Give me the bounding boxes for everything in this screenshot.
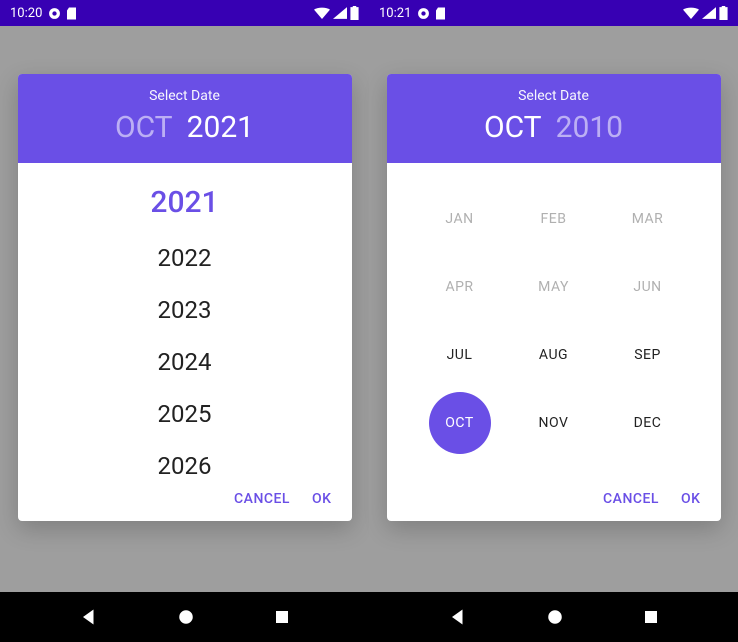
dialog-title: Select Date (18, 88, 352, 104)
status-circle-icon (417, 7, 430, 20)
signal-icon (702, 7, 716, 19)
header-year[interactable]: 2010 (556, 110, 623, 145)
status-bar: 10:21 (369, 0, 738, 26)
nav-home-icon[interactable] (546, 608, 564, 626)
year-item[interactable]: 2023 (158, 284, 212, 336)
nav-home-icon[interactable] (177, 608, 195, 626)
month-cell-feb[interactable]: FEB (523, 188, 585, 250)
month-cell-jul[interactable]: JUL (429, 324, 491, 386)
header-year[interactable]: 2021 (187, 110, 254, 145)
wifi-icon (683, 7, 699, 19)
status-time: 10:21 (379, 6, 411, 21)
status-circle-icon (48, 7, 61, 20)
status-bar: 10:20 (0, 0, 369, 26)
year-list[interactable]: 2021 2022 2023 2024 2025 2026 (18, 163, 352, 479)
month-grid: JAN FEB MAR APR MAY JUN JUL AUG SEP OCT … (387, 163, 721, 479)
nav-bar (369, 592, 738, 642)
year-item[interactable]: 2021 (150, 173, 218, 232)
status-sd-icon (67, 7, 76, 20)
cancel-button[interactable]: CANCEL (234, 491, 290, 507)
month-cell-oct[interactable]: OCT (429, 392, 491, 454)
dialog-footer: CANCEL OK (387, 479, 721, 521)
dialog-footer: CANCEL OK (18, 479, 352, 521)
status-sd-icon (436, 7, 445, 20)
header-month[interactable]: OCT (115, 110, 173, 145)
signal-icon (333, 7, 347, 19)
cancel-button[interactable]: CANCEL (603, 491, 659, 507)
month-cell-jan[interactable]: JAN (429, 188, 491, 250)
month-cell-mar[interactable]: MAR (617, 188, 679, 250)
month-cell-dec[interactable]: DEC (617, 392, 679, 454)
dialog-header: Select Date OCT 2010 (387, 74, 721, 163)
date-picker-dialog: Select Date OCT 2021 2021 2022 2023 2024… (18, 74, 352, 521)
phone-right: 10:21 Select Date OCT (369, 0, 738, 642)
month-cell-sep[interactable]: SEP (617, 324, 679, 386)
dialog-title: Select Date (387, 88, 721, 104)
nav-bar (0, 592, 369, 642)
battery-icon (350, 6, 359, 20)
ok-button[interactable]: OK (312, 491, 332, 507)
nav-back-icon[interactable] (80, 608, 98, 626)
dialog-header: Select Date OCT 2021 (18, 74, 352, 163)
month-cell-apr[interactable]: APR (429, 256, 491, 318)
phone-left: 10:20 Select Date OCT (0, 0, 369, 642)
year-item[interactable]: 2024 (158, 336, 212, 388)
status-time: 10:20 (10, 6, 42, 21)
month-cell-jun[interactable]: JUN (617, 256, 679, 318)
month-cell-may[interactable]: MAY (523, 256, 585, 318)
header-month[interactable]: OCT (484, 110, 542, 145)
date-picker-dialog: Select Date OCT 2010 JAN FEB MAR APR MAY… (387, 74, 721, 521)
nav-recent-icon[interactable] (643, 609, 659, 625)
nav-recent-icon[interactable] (274, 609, 290, 625)
year-item[interactable]: 2025 (158, 388, 212, 440)
wifi-icon (314, 7, 330, 19)
nav-back-icon[interactable] (449, 608, 467, 626)
ok-button[interactable]: OK (681, 491, 701, 507)
month-cell-aug[interactable]: AUG (523, 324, 585, 386)
year-item[interactable]: 2022 (158, 232, 212, 284)
battery-icon (719, 6, 728, 20)
month-cell-nov[interactable]: NOV (523, 392, 585, 454)
